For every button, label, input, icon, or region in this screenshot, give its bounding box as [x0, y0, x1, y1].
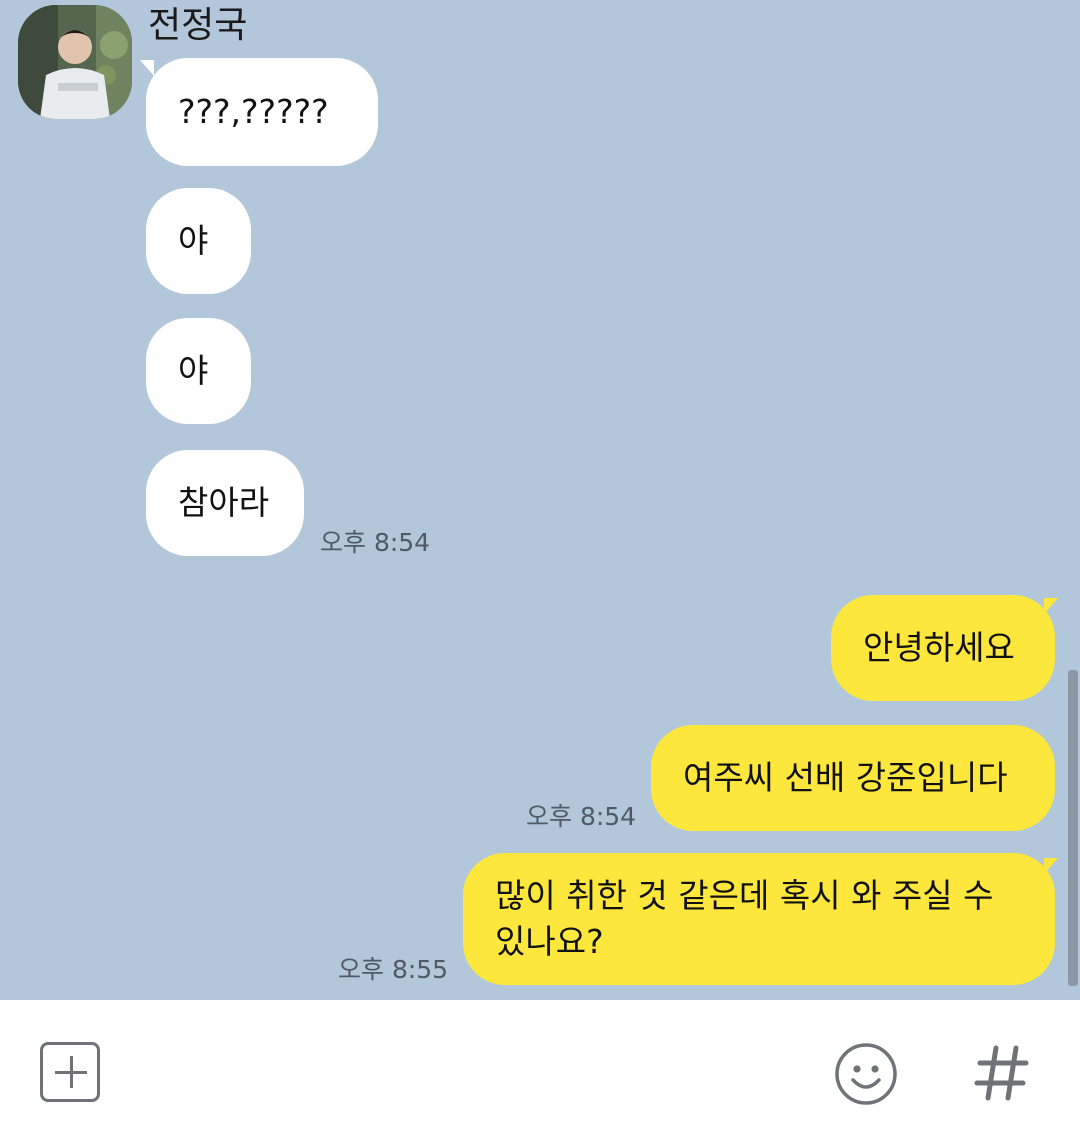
outgoing-message[interactable]: 안녕하세요 [831, 595, 1055, 701]
sender-avatar[interactable] [18, 5, 132, 119]
message-timestamp: 오후 8:54 [526, 802, 637, 831]
plus-square-icon[interactable] [40, 1042, 100, 1102]
incoming-bubble-tail [140, 60, 154, 76]
hash-icon[interactable] [970, 1040, 1034, 1104]
incoming-message[interactable]: ???,????? [146, 58, 378, 166]
outgoing-message[interactable]: 많이 취한 것 같은데 혹시 와 주실 수 있나요? [463, 853, 1055, 985]
message-input-bar[interactable] [0, 1000, 1080, 1145]
smiley-face-icon[interactable] [834, 1042, 898, 1106]
chat-area[interactable]: 전정국 ???,????? 야 야 참아라 오후 8:54 안녕하세요 여주씨 … [0, 0, 1080, 1000]
message-timestamp: 오후 8:55 [338, 955, 449, 984]
incoming-message[interactable]: 야 [146, 188, 251, 294]
message-timestamp: 오후 8:54 [320, 528, 431, 557]
incoming-message[interactable]: 참아라 [146, 450, 304, 556]
outgoing-message[interactable]: 여주씨 선배 강준입니다 [651, 725, 1055, 831]
scrollbar[interactable] [1068, 670, 1078, 986]
sender-name: 전정국 [148, 5, 248, 46]
incoming-message[interactable]: 야 [146, 318, 251, 424]
